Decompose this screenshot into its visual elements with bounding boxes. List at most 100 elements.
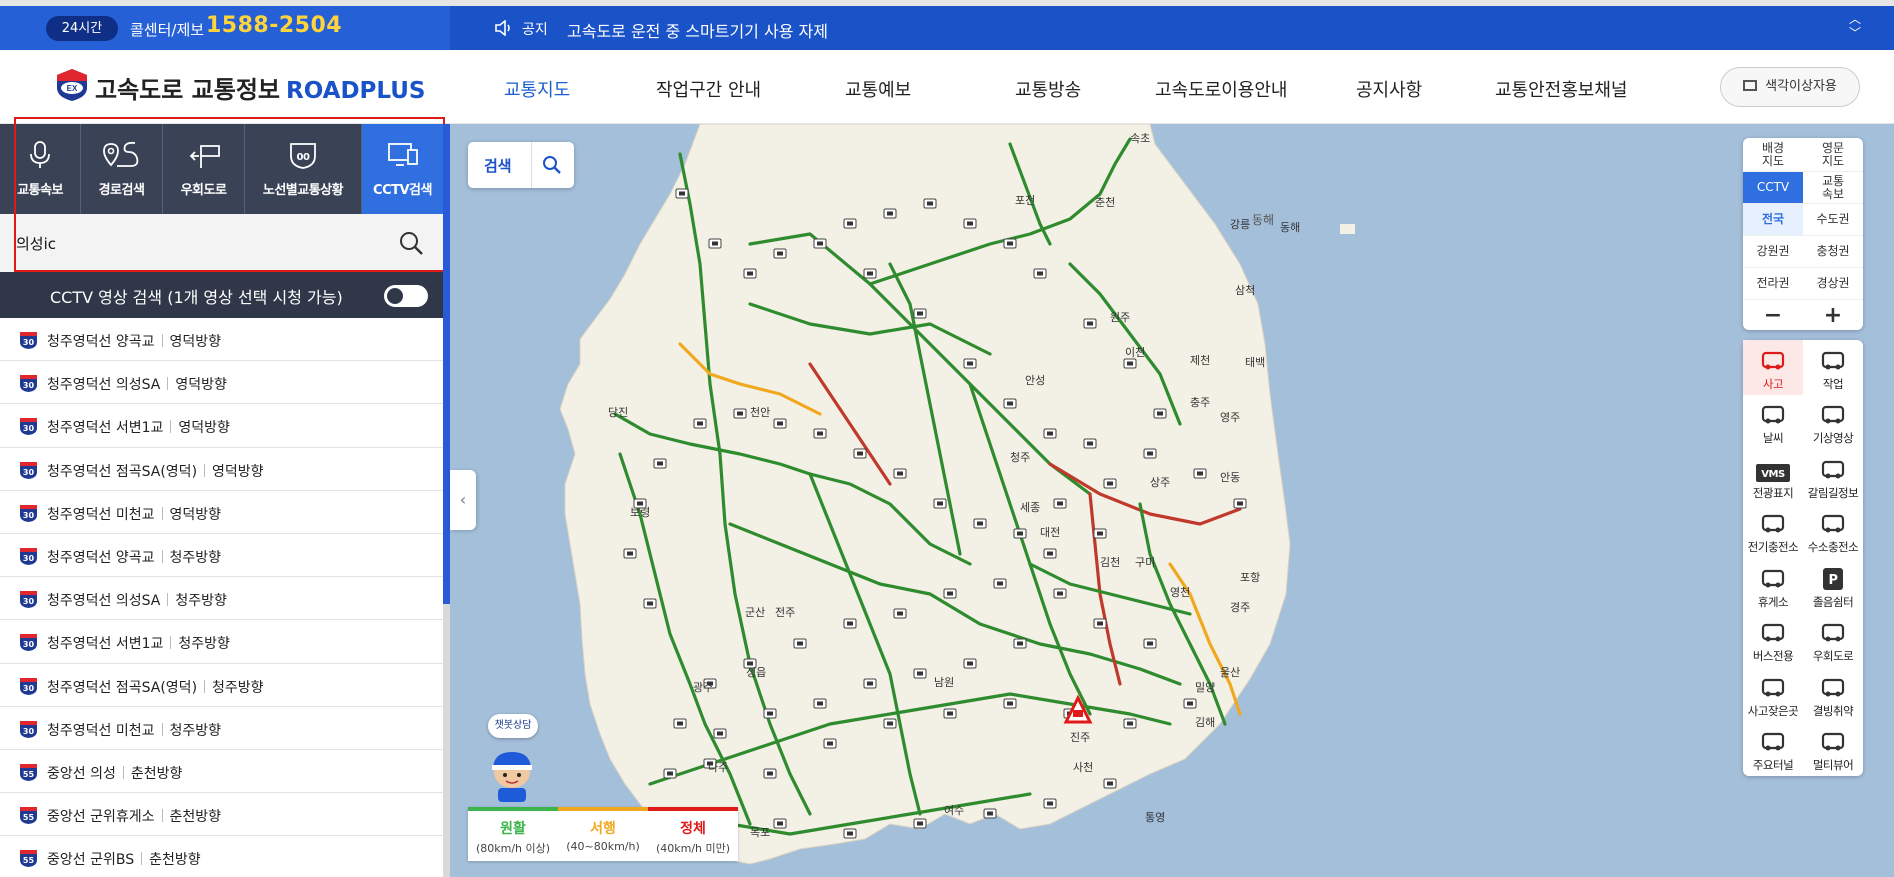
- layer-detour[interactable]: 우회도로: [1803, 613, 1863, 668]
- cctv-marker[interactable]: [863, 678, 877, 689]
- layer-weather[interactable]: 날씨: [1743, 395, 1803, 450]
- cctv-marker[interactable]: [843, 828, 857, 839]
- nav-broadcast[interactable]: 교통방송: [1015, 76, 1081, 102]
- cctv-marker[interactable]: [933, 498, 947, 509]
- cctv-marker[interactable]: [1013, 638, 1027, 649]
- region-capital[interactable]: 수도권: [1803, 204, 1863, 236]
- cctv-marker[interactable]: [1193, 468, 1207, 479]
- search-input[interactable]: [16, 230, 376, 256]
- cctv-marker[interactable]: [1143, 448, 1157, 459]
- cctv-marker[interactable]: [1093, 528, 1107, 539]
- notice-arrows[interactable]: ︿ ﹀: [1846, 12, 1864, 44]
- layer-work[interactable]: 작업: [1803, 340, 1863, 395]
- region-chungcheong[interactable]: 충청권: [1803, 236, 1863, 268]
- cctv-marker[interactable]: [973, 518, 987, 529]
- cctv-marker[interactable]: [913, 668, 927, 679]
- list-item[interactable]: 55 중앙선 의성 춘천방향: [0, 750, 443, 794]
- multi-view-toggle[interactable]: [384, 285, 428, 307]
- map-search-button[interactable]: 검색: [468, 142, 574, 188]
- cctv-marker[interactable]: [773, 248, 787, 259]
- cctv-marker[interactable]: [1043, 428, 1057, 439]
- chatbot-mascot-icon[interactable]: [484, 748, 540, 804]
- cctv-marker[interactable]: [1053, 498, 1067, 509]
- list-item[interactable]: 55 중앙선 군위휴게소 춘천방향: [0, 793, 443, 837]
- cctv-marker[interactable]: [793, 638, 807, 649]
- left-scrollbar-thumb[interactable]: [443, 124, 450, 604]
- cctv-marker[interactable]: [893, 468, 907, 479]
- cctv-marker[interactable]: [843, 618, 857, 629]
- cctv-marker[interactable]: [913, 818, 927, 829]
- tab-traffic-news[interactable]: 교통속보: [0, 124, 81, 214]
- cctv-marker[interactable]: [773, 818, 787, 829]
- korea-map[interactable]: 속초춘천포천강릉 동해삼척원주이천제천 태백안성충주당진 천안 영주청주안동보령 세종상주…: [450, 124, 1894, 877]
- cctv-marker[interactable]: [863, 268, 877, 279]
- tab-cctv-search[interactable]: CCTV검색: [362, 124, 443, 214]
- region-gyeongsang[interactable]: 경상권: [1803, 268, 1863, 300]
- region-gangwon[interactable]: 강원권: [1743, 236, 1803, 268]
- cctv-marker[interactable]: [853, 448, 867, 459]
- cctv-marker[interactable]: [1053, 588, 1067, 599]
- zoom-out-button[interactable]: −: [1743, 300, 1803, 330]
- nav-traffic-map[interactable]: 교통지도: [504, 76, 570, 102]
- zoom-in-button[interactable]: +: [1803, 300, 1863, 330]
- layer-hydrogen-charger[interactable]: 수소충전소: [1803, 504, 1863, 559]
- color-blind-button[interactable]: 색각이상자용: [1720, 67, 1860, 107]
- cctv-mode-button[interactable]: CCTV: [1743, 172, 1803, 204]
- cctv-marker[interactable]: [823, 738, 837, 749]
- layer-multi-viewer[interactable]: 멀티뷰어: [1803, 722, 1863, 777]
- nav-usage-guide[interactable]: 고속도로이용안내: [1155, 76, 1287, 102]
- layer-accident[interactable]: 사고: [1743, 340, 1803, 395]
- notice-text[interactable]: 고속도로 운전 중 스마트기기 사용 자제: [567, 18, 828, 42]
- cctv-marker[interactable]: [1003, 698, 1017, 709]
- cctv-marker[interactable]: [943, 588, 957, 599]
- cctv-marker[interactable]: [1003, 238, 1017, 249]
- chevron-down-icon[interactable]: ﹀: [1846, 26, 1864, 40]
- cctv-marker[interactable]: [1123, 358, 1137, 369]
- cctv-marker[interactable]: [923, 198, 937, 209]
- list-item[interactable]: 30 청주영덕선 의성SA 청주방향: [0, 577, 443, 621]
- cctv-marker[interactable]: [643, 598, 657, 609]
- cctv-marker[interactable]: [1103, 478, 1117, 489]
- nav-safety-channel[interactable]: 교통안전홍보채널: [1495, 76, 1627, 102]
- region-jeolla[interactable]: 전라권: [1743, 268, 1803, 300]
- cctv-marker[interactable]: [675, 188, 689, 199]
- cctv-marker[interactable]: [653, 458, 667, 469]
- cctv-marker[interactable]: [963, 218, 977, 229]
- list-item[interactable]: 30 청주영덕선 미천교 영덕방향: [0, 491, 443, 534]
- cctv-marker[interactable]: [913, 308, 927, 319]
- cctv-marker[interactable]: [883, 718, 897, 729]
- list-item[interactable]: 30 청주영덕선 양곡교 영덕방향: [0, 318, 443, 362]
- list-item[interactable]: 30 청주영덕선 점곡SA(영덕) 청주방향: [0, 664, 443, 707]
- nav-forecast[interactable]: 교통예보: [845, 76, 911, 102]
- layer-drowsy-shelter[interactable]: P 졸음쉼터: [1803, 558, 1863, 613]
- cctv-marker[interactable]: [673, 718, 687, 729]
- layer-junction-info[interactable]: 갈림길정보: [1803, 449, 1863, 504]
- cctv-marker[interactable]: [1003, 398, 1017, 409]
- list-item[interactable]: 30 청주영덕선 점곡SA(영덕) 영덕방향: [0, 448, 443, 491]
- cctv-marker[interactable]: [843, 218, 857, 229]
- cctv-marker[interactable]: [963, 658, 977, 669]
- layer-rest-area[interactable]: 휴게소: [1743, 558, 1803, 613]
- cctv-marker[interactable]: [1143, 638, 1157, 649]
- cctv-marker[interactable]: [883, 208, 897, 219]
- cctv-marker[interactable]: [1183, 698, 1197, 709]
- cctv-marker[interactable]: [1033, 268, 1047, 279]
- list-item[interactable]: 30 청주영덕선 양곡교 청주방향: [0, 534, 443, 578]
- layer-ice-prone[interactable]: 결빙취약: [1803, 667, 1863, 722]
- tab-route-search[interactable]: 경로검색: [81, 124, 163, 214]
- cctv-marker[interactable]: [1083, 438, 1097, 449]
- collapse-panel-button[interactable]: ‹: [450, 470, 476, 530]
- list-item[interactable]: 30 청주영덕선 미천교 청주방향: [0, 707, 443, 750]
- chevron-up-icon[interactable]: ︿: [1846, 12, 1864, 26]
- nav-work-zone[interactable]: 작업구간 안내: [656, 76, 761, 102]
- callcenter-phone[interactable]: 1588-2504: [206, 13, 342, 38]
- cctv-marker[interactable]: [1123, 718, 1137, 729]
- layer-weather-video[interactable]: 기상영상: [1803, 395, 1863, 450]
- site-logo[interactable]: 고속도로 교통정보 ROADPLUS: [95, 70, 425, 105]
- cctv-marker[interactable]: [1013, 528, 1027, 539]
- cctv-marker[interactable]: [708, 238, 722, 249]
- cctv-marker[interactable]: [813, 238, 827, 249]
- cctv-marker[interactable]: [943, 708, 957, 719]
- layer-accident-hotspot[interactable]: 사고잦은곳: [1743, 667, 1803, 722]
- layer-bus-lane[interactable]: 버스전용: [1743, 613, 1803, 668]
